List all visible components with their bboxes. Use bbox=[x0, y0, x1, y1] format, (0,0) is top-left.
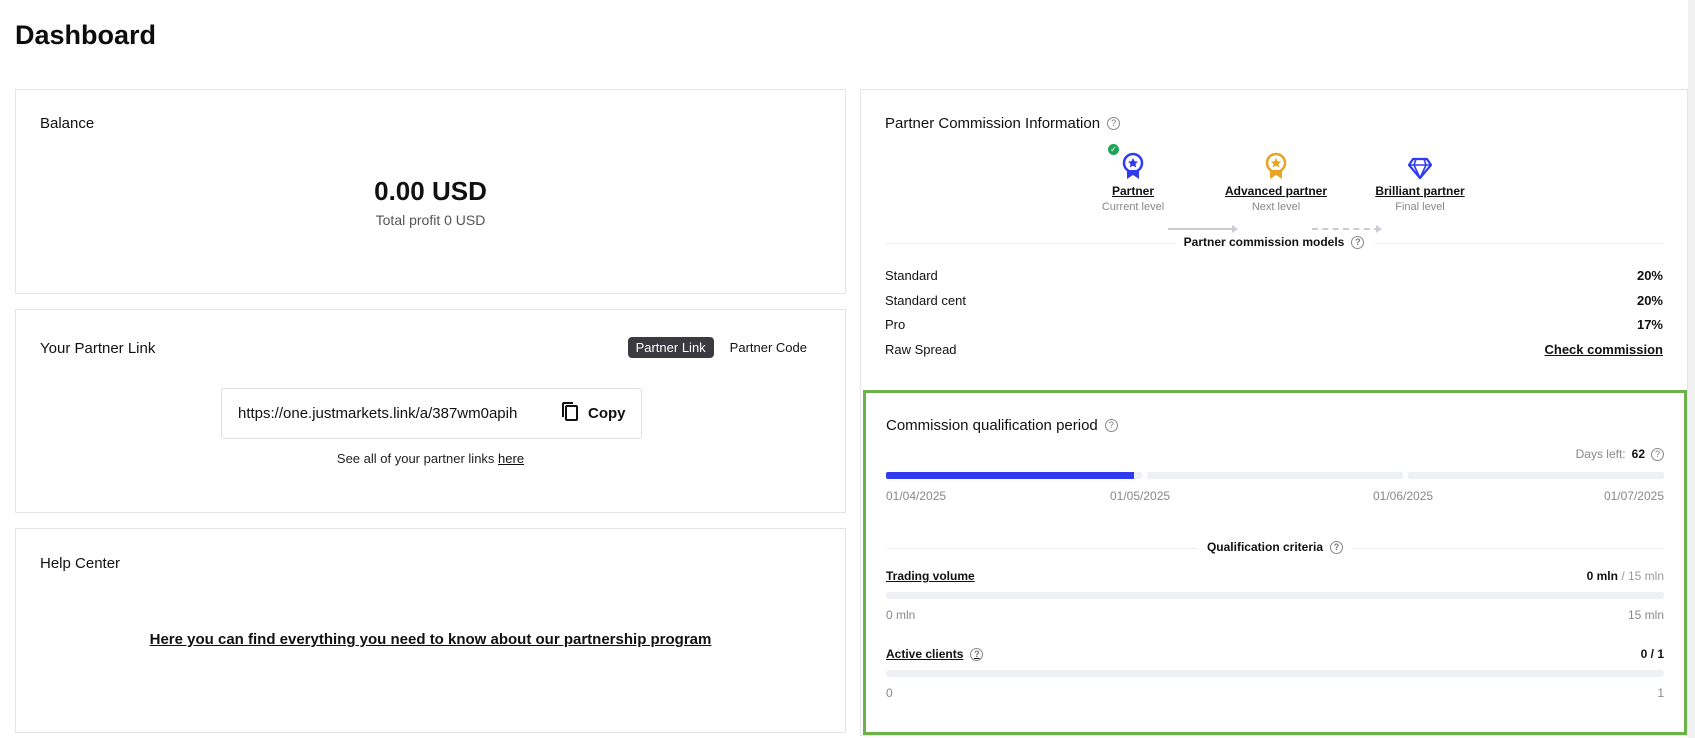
level-status: Final level bbox=[1395, 201, 1445, 213]
active-clients-max: 1 bbox=[1657, 686, 1664, 700]
partner-links-note: See all of your partner links here bbox=[16, 451, 845, 466]
model-value: 17% bbox=[1636, 317, 1663, 332]
active-clients-value: 0 / 1 bbox=[1640, 647, 1664, 661]
trading-volume-bar bbox=[886, 592, 1664, 599]
level-status: Current level bbox=[1101, 201, 1165, 213]
page-title: Dashboard bbox=[15, 20, 157, 50]
model-name: Standard cent bbox=[885, 293, 966, 308]
model-name: Standard bbox=[885, 268, 938, 283]
level-advanced-partner: Advanced partner Next level bbox=[1211, 150, 1341, 213]
period-dates: 01/04/2025 01/05/2025 01/06/2025 01/07/2… bbox=[886, 489, 1664, 503]
partner-links-here-link[interactable]: here bbox=[498, 451, 524, 466]
copy-label: Copy bbox=[588, 405, 626, 422]
question-icon[interactable]: ? bbox=[1107, 117, 1121, 130]
partner-levels: ✓ Partner Current level Advanced partner bbox=[861, 144, 1687, 233]
partner-link-url[interactable]: https://one.justmarkets.link/a/387wm0api… bbox=[238, 405, 548, 422]
model-row: Standard 20% bbox=[885, 268, 1663, 283]
partner-link-field[interactable]: https://one.justmarkets.link/a/387wm0api… bbox=[221, 388, 642, 439]
period-segment bbox=[886, 472, 1142, 479]
partnership-program-link[interactable]: Here you can find everything you need to… bbox=[16, 631, 845, 648]
partner-link-card: Your Partner Link Partner Link Partner C… bbox=[15, 309, 846, 513]
question-icon[interactable]: ? bbox=[1330, 540, 1344, 554]
model-row: Standard cent 20% bbox=[885, 293, 1663, 308]
question-icon[interactable]: ? bbox=[970, 647, 984, 661]
level-brilliant-partner: Brilliant partner Final level bbox=[1355, 150, 1485, 213]
scrollbar[interactable] bbox=[1688, 0, 1695, 738]
period-date: 01/04/2025 bbox=[886, 489, 947, 503]
balance-title: Balance bbox=[40, 115, 95, 132]
check-icon: ✓ bbox=[1108, 144, 1119, 155]
trading-volume-min: 0 mln bbox=[886, 608, 916, 622]
partner-links-note-text: See all of your partner links bbox=[336, 451, 499, 466]
medal-gold-icon bbox=[1265, 152, 1287, 179]
link-type-toggle: Partner Link Partner Code bbox=[627, 337, 815, 358]
qualification-period-panel: Commission qualification period ? Days l… bbox=[863, 390, 1687, 735]
active-clients-min: 0 bbox=[886, 686, 893, 700]
question-icon[interactable]: ? bbox=[1651, 447, 1664, 461]
level-partner: ✓ Partner Current level bbox=[1068, 144, 1198, 213]
question-icon[interactable]: ? bbox=[1351, 235, 1365, 249]
check-commission-link[interactable]: Check commission bbox=[1545, 342, 1664, 357]
commission-models-label: Partner commission models? bbox=[861, 235, 1687, 249]
commission-info-title-text: Partner Commission Information bbox=[885, 115, 1101, 132]
qualification-criteria-label: Qualification criteria? bbox=[866, 540, 1684, 554]
active-clients-link[interactable]: Active clients bbox=[886, 647, 963, 661]
partner-code-tab[interactable]: Partner Code bbox=[722, 337, 815, 358]
level-arrow bbox=[1168, 225, 1238, 233]
days-left: Days left: 62 ? bbox=[1576, 447, 1664, 461]
period-segment bbox=[1408, 472, 1664, 479]
question-icon[interactable]: ? bbox=[1104, 419, 1118, 432]
model-name: Pro bbox=[885, 317, 906, 332]
model-value: 20% bbox=[1636, 293, 1663, 308]
balance-card: Balance 0.00 USD Total profit 0 USD bbox=[15, 89, 846, 294]
trading-volume-max: 15 mln bbox=[1627, 608, 1664, 622]
period-date: 01/05/2025 bbox=[1110, 489, 1171, 503]
level-name[interactable]: Brilliant partner bbox=[1355, 184, 1485, 198]
level-name[interactable]: Advanced partner bbox=[1211, 184, 1341, 198]
partner-link-title: Your Partner Link bbox=[40, 340, 156, 357]
help-center-title: Help Center bbox=[40, 555, 121, 572]
copy-icon bbox=[560, 401, 580, 427]
period-segment-fill bbox=[886, 472, 1135, 479]
level-name[interactable]: Partner bbox=[1068, 184, 1198, 198]
level-arrow-dashed bbox=[1312, 225, 1382, 233]
balance-amount: 0.00 USD bbox=[374, 176, 487, 206]
total-profit: Total profit 0 USD bbox=[375, 212, 486, 228]
active-clients-label: Active clients ? bbox=[886, 647, 984, 661]
help-center-card: Help Center Here you can find everything… bbox=[15, 528, 846, 733]
trading-volume-link[interactable]: Trading volume bbox=[886, 569, 975, 583]
level-status: Next level bbox=[1251, 201, 1301, 213]
partner-link-tab[interactable]: Partner Link bbox=[627, 337, 714, 358]
model-row: Pro 17% bbox=[885, 317, 1663, 332]
period-date: 01/07/2025 bbox=[1603, 489, 1664, 503]
period-segment bbox=[1147, 472, 1403, 479]
model-value: 20% bbox=[1636, 268, 1663, 283]
diamond-icon bbox=[1407, 157, 1433, 180]
qualification-title: Commission qualification period ? bbox=[886, 417, 1118, 434]
copy-button[interactable]: Copy bbox=[560, 401, 626, 427]
period-progress-bar bbox=[886, 472, 1664, 479]
commission-info-card: Partner Commission Information ? ✓ Partn… bbox=[860, 89, 1688, 736]
medal-blue-icon bbox=[1122, 152, 1144, 179]
model-row: Raw Spread Check commission bbox=[885, 342, 1663, 357]
days-left-value: 62 bbox=[1631, 447, 1645, 461]
trading-volume-value: 0 mln / 15 mln bbox=[1586, 569, 1664, 583]
active-clients-bar bbox=[886, 670, 1664, 677]
period-date: 01/06/2025 bbox=[1373, 489, 1434, 503]
commission-info-title: Partner Commission Information ? bbox=[885, 115, 1121, 132]
model-name: Raw Spread bbox=[885, 342, 957, 357]
